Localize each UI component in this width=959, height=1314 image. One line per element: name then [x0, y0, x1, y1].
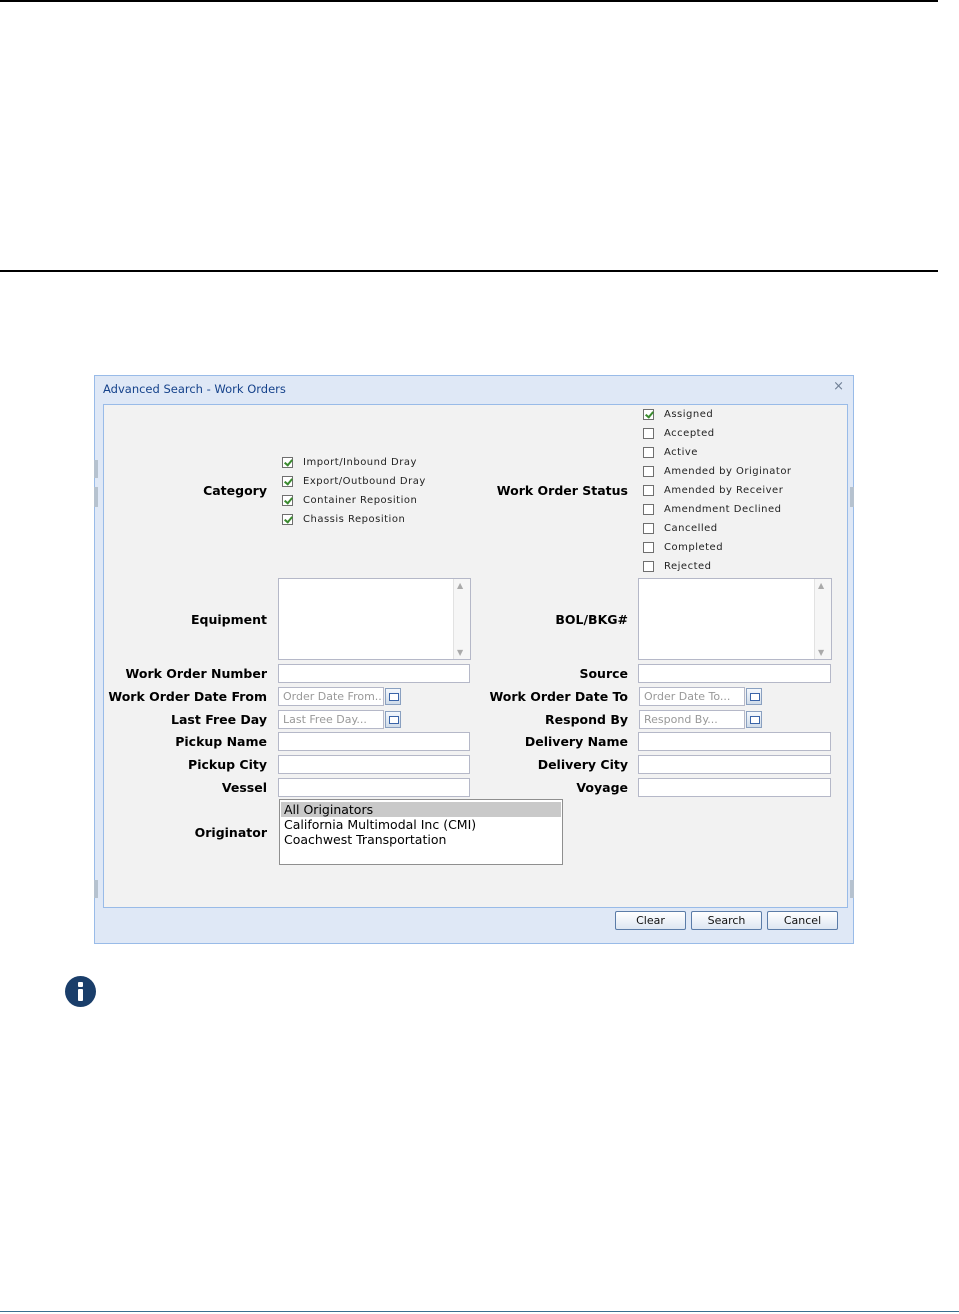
source-label: Source — [579, 666, 628, 681]
status-checkbox-row[interactable]: Assigned — [643, 409, 713, 420]
calendar-icon[interactable] — [746, 711, 762, 728]
info-icon — [65, 976, 96, 1007]
scroll-down-icon[interactable]: ▼ — [818, 648, 824, 657]
checkbox-icon[interactable] — [282, 495, 293, 506]
pickup-name-input[interactable] — [278, 732, 470, 751]
background-strip — [850, 487, 854, 507]
scroll-up-icon[interactable]: ▲ — [818, 581, 824, 590]
checkbox-icon[interactable] — [643, 542, 654, 553]
status-checkbox-label: Completed — [664, 542, 724, 553]
equipment-label: Equipment — [191, 612, 267, 627]
category-checkbox-row[interactable]: Chassis Reposition — [282, 514, 405, 525]
calendar-icon[interactable] — [746, 688, 762, 705]
checkbox-icon[interactable] — [643, 561, 654, 572]
footer-rule — [0, 1311, 959, 1312]
category-checkbox-row[interactable]: Import/Inbound Dray — [282, 457, 417, 468]
last-free-day-input[interactable]: Last Free Day... — [278, 710, 384, 729]
status-checkbox-row[interactable]: Rejected — [643, 561, 712, 572]
status-checkbox-label: Assigned — [664, 409, 714, 420]
background-strip — [850, 880, 854, 898]
work-order-number-input[interactable] — [278, 664, 470, 683]
checkbox-icon[interactable] — [282, 476, 293, 487]
work-order-status-label: Work Order Status — [496, 483, 628, 498]
calendar-icon[interactable] — [385, 711, 401, 728]
vessel-input[interactable] — [278, 778, 470, 797]
originator-option[interactable]: Coachwest Transportation — [281, 832, 561, 847]
scroll-down-icon[interactable]: ▼ — [457, 648, 463, 657]
equipment-textarea[interactable]: ▲ ▼ — [278, 578, 471, 660]
status-checkbox-row[interactable]: Accepted — [643, 428, 715, 439]
respond-by-label: Respond By — [545, 712, 628, 727]
checkbox-icon[interactable] — [282, 457, 293, 468]
status-checkbox-row[interactable]: Completed — [643, 542, 723, 553]
status-checkbox-label: Cancelled — [664, 523, 718, 534]
voyage-input[interactable] — [638, 778, 831, 797]
background-strip — [94, 880, 98, 898]
header-rule — [0, 270, 938, 272]
date-from-input[interactable]: Order Date From... — [278, 687, 384, 706]
work-order-date-to-label: Work Order Date To — [489, 689, 628, 704]
last-free-day-label: Last Free Day — [171, 712, 267, 727]
delivery-name-label: Delivery Name — [524, 734, 628, 749]
background-strip — [94, 487, 98, 507]
cancel-button[interactable]: Cancel — [767, 911, 838, 930]
source-input[interactable] — [638, 664, 831, 683]
category-label: Category — [203, 483, 267, 498]
pickup-name-label: Pickup Name — [175, 734, 267, 749]
checkbox-icon[interactable] — [643, 428, 654, 439]
date-to-input[interactable]: Order Date To... — [639, 687, 745, 706]
close-icon[interactable]: × — [833, 379, 844, 394]
category-checkbox-row[interactable]: Container Reposition — [282, 495, 417, 506]
pickup-city-input[interactable] — [278, 755, 470, 774]
scrollbar[interactable]: ▲ ▼ — [453, 579, 470, 659]
scroll-up-icon[interactable]: ▲ — [457, 581, 463, 590]
originator-option[interactable]: All Originators — [281, 802, 561, 817]
checkbox-icon[interactable] — [643, 466, 654, 477]
vessel-label: Vessel — [221, 780, 267, 795]
calendar-icon[interactable] — [385, 688, 401, 705]
status-checkbox-label: Active — [664, 447, 698, 458]
checkbox-icon[interactable] — [643, 523, 654, 534]
clear-button[interactable]: Clear — [615, 911, 686, 930]
status-checkbox-row[interactable]: Amended by Originator — [643, 466, 792, 477]
category-checkbox-label: Import/Inbound Dray — [303, 457, 417, 468]
top-rule — [0, 0, 938, 2]
status-checkbox-row[interactable]: Amended by Receiver — [643, 485, 783, 496]
status-checkbox-label: Rejected — [664, 561, 712, 572]
status-checkbox-label: Amended by Originator — [664, 466, 792, 477]
checkbox-icon[interactable] — [643, 504, 654, 515]
pickup-city-label: Pickup City — [188, 757, 267, 772]
voyage-label: Voyage — [576, 780, 628, 795]
bol-bkg-label: BOL/BKG# — [555, 612, 628, 627]
checkbox-icon[interactable] — [282, 514, 293, 525]
category-checkbox-label: Container Reposition — [303, 495, 418, 506]
work-order-number-label: Work Order Number — [125, 666, 267, 681]
respond-by-input[interactable]: Respond By... — [639, 710, 745, 729]
category-checkbox-label: Export/Outbound Dray — [303, 476, 426, 487]
status-checkbox-row[interactable]: Amendment Declined — [643, 504, 782, 515]
delivery-city-input[interactable] — [638, 755, 831, 774]
status-checkbox-label: Accepted — [664, 428, 715, 439]
category-checkbox-label: Chassis Reposition — [303, 514, 406, 525]
bol-bkg-textarea[interactable]: ▲ ▼ — [638, 578, 832, 660]
search-button[interactable]: Search — [691, 911, 762, 930]
status-checkbox-label: Amended by Receiver — [664, 485, 784, 496]
checkbox-icon[interactable] — [643, 409, 654, 420]
delivery-city-label: Delivery City — [537, 757, 628, 772]
checkbox-icon[interactable] — [643, 485, 654, 496]
checkbox-icon[interactable] — [643, 447, 654, 458]
scrollbar[interactable]: ▲ ▼ — [814, 579, 831, 659]
background-strip — [94, 460, 98, 478]
originator-listbox[interactable]: All Originators California Multimodal In… — [279, 799, 563, 865]
originator-label: Originator — [194, 825, 267, 840]
work-order-date-from-label: Work Order Date From — [108, 689, 267, 704]
dialog-title: Advanced Search - Work Orders — [103, 382, 286, 396]
status-checkbox-row[interactable]: Active — [643, 447, 698, 458]
status-checkbox-row[interactable]: Cancelled — [643, 523, 718, 534]
delivery-name-input[interactable] — [638, 732, 831, 751]
status-checkbox-label: Amendment Declined — [664, 504, 782, 515]
category-checkbox-row[interactable]: Export/Outbound Dray — [282, 476, 426, 487]
originator-option[interactable]: California Multimodal Inc (CMI) — [281, 817, 561, 832]
